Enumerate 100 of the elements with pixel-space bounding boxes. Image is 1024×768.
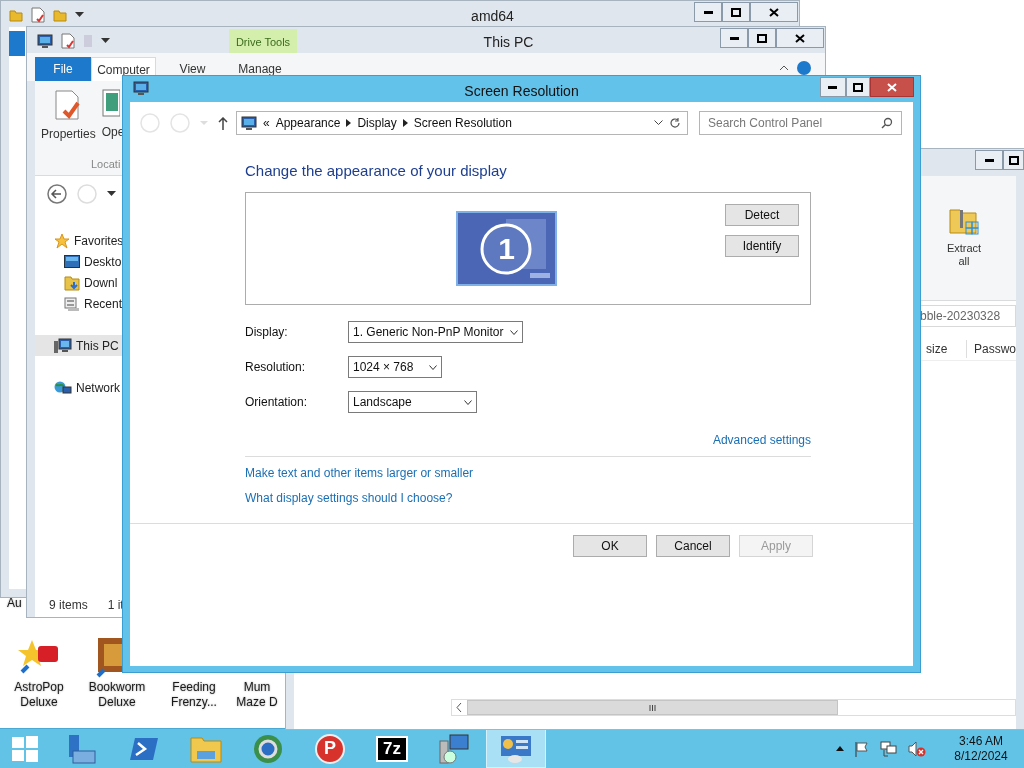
history-caret-icon[interactable] bbox=[107, 191, 116, 197]
maximize-button[interactable] bbox=[845, 77, 871, 97]
preview-button[interactable]: Detect bbox=[725, 204, 799, 226]
computer-icon bbox=[54, 337, 72, 354]
window-title: Screen Resolution bbox=[463, 82, 580, 101]
maximize-button[interactable] bbox=[1003, 150, 1024, 170]
grip-icon bbox=[649, 704, 656, 711]
desktop-icon bbox=[64, 255, 80, 268]
breadcrumb-item[interactable]: Display bbox=[357, 114, 397, 132]
maximize-button[interactable] bbox=[722, 2, 750, 22]
control-panel-icon bbox=[241, 115, 257, 131]
ribbon-group-label: Locati bbox=[91, 158, 121, 170]
speaker-muted-icon[interactable] bbox=[908, 740, 926, 757]
breadcrumb-prefix[interactable]: « bbox=[263, 114, 270, 132]
close-button[interactable] bbox=[870, 77, 914, 97]
chevron-right-icon[interactable] bbox=[402, 119, 408, 127]
control-panel-icon bbox=[499, 733, 533, 764]
preview-button[interactable]: Identify bbox=[725, 235, 799, 257]
minimize-button[interactable] bbox=[820, 77, 846, 97]
book-icon bbox=[96, 636, 124, 678]
maximize-icon bbox=[853, 82, 863, 92]
zip-folder-icon bbox=[948, 206, 980, 238]
folder-icon bbox=[53, 8, 67, 22]
star-icon bbox=[54, 232, 70, 249]
help-link[interactable]: What display settings should I choose? bbox=[245, 491, 453, 506]
powershell-icon bbox=[129, 735, 159, 762]
window-icon bbox=[101, 89, 120, 119]
breadcrumb-item[interactable]: Appearance bbox=[275, 114, 341, 132]
computer-disc-icon bbox=[438, 732, 470, 765]
collapse-ribbon-icon[interactable] bbox=[779, 65, 789, 71]
display-icon bbox=[133, 81, 149, 96]
document-icon bbox=[61, 33, 75, 49]
maximize-button[interactable] bbox=[748, 28, 776, 48]
window-title: This PC bbox=[482, 33, 535, 52]
refresh-icon[interactable] bbox=[669, 117, 681, 129]
desktop-icon-label[interactable]: Mum Maze D bbox=[236, 680, 278, 710]
minimize-button[interactable] bbox=[694, 2, 722, 22]
folder-icon bbox=[190, 734, 222, 763]
search-field[interactable]: Search Control Panel bbox=[699, 111, 902, 135]
address-bar[interactable]: « Appearance Display Screen Resolution bbox=[236, 111, 688, 135]
caret-icon[interactable] bbox=[101, 38, 110, 44]
app-logo: P bbox=[315, 733, 345, 764]
dropdown-field[interactable]: Landscape bbox=[348, 391, 477, 413]
network-icon[interactable] bbox=[880, 740, 898, 757]
globe-icon bbox=[253, 733, 283, 764]
breadcrumb-item[interactable]: Screen Resolution bbox=[413, 114, 512, 132]
desktop-icon-label: Au bbox=[7, 595, 22, 612]
taskbar-button[interactable] bbox=[486, 729, 546, 768]
close-button[interactable] bbox=[750, 2, 798, 22]
maximize-icon bbox=[731, 7, 741, 17]
server-toolbox-icon bbox=[67, 732, 97, 765]
monitor-drawing[interactable]: 1 bbox=[456, 211, 557, 286]
help-link[interactable]: Make text and other items larger or smaller bbox=[245, 466, 474, 481]
scrollbar-thumb[interactable] bbox=[467, 700, 838, 715]
maximize-icon bbox=[1008, 155, 1019, 165]
ribbon-tab[interactable]: File bbox=[35, 57, 91, 81]
windows-logo-icon bbox=[12, 735, 38, 762]
chevron-right-icon[interactable] bbox=[346, 119, 352, 127]
minimize-button[interactable] bbox=[975, 150, 1003, 170]
column-header[interactable]: Passwo bbox=[966, 339, 1016, 358]
dropdown-field[interactable]: 1024 × 768 bbox=[348, 356, 442, 378]
minimize-button[interactable] bbox=[720, 28, 748, 48]
document-icon bbox=[31, 7, 45, 23]
up-arrow-icon[interactable] bbox=[218, 116, 228, 130]
show-hidden-icons-icon[interactable] bbox=[836, 746, 844, 751]
close-icon bbox=[769, 7, 779, 17]
taskbar-button[interactable]: P bbox=[300, 729, 360, 768]
column-header[interactable]: size bbox=[926, 339, 967, 358]
dropdown-field[interactable]: 1. Generic Non-PnP Monitor bbox=[348, 321, 523, 343]
advanced-settings-link[interactable]: Advanced settings bbox=[712, 431, 811, 449]
ribbon-button[interactable]: Properties bbox=[41, 89, 96, 143]
horizontal-scrollbar[interactable] bbox=[451, 699, 1016, 716]
window-title: amd64 bbox=[470, 7, 515, 26]
flag-icon[interactable] bbox=[854, 740, 870, 757]
field-label: Resolution: bbox=[245, 359, 307, 376]
maximize-icon bbox=[757, 33, 767, 43]
dialog-button[interactable]: OK bbox=[573, 535, 647, 557]
field-label: Orientation: bbox=[245, 394, 309, 411]
caret-icon[interactable] bbox=[75, 12, 84, 18]
extract-all-button[interactable]: Extract all bbox=[942, 206, 986, 300]
status-text: 9 items bbox=[49, 597, 88, 614]
desktop-icon-label[interactable]: Bookworm Deluxe bbox=[88, 680, 146, 710]
desktop-icon-label[interactable]: Feeding Frenzy... bbox=[171, 680, 217, 710]
minimize-icon bbox=[729, 36, 739, 40]
page-heading: Change the appearance of your display bbox=[245, 161, 508, 181]
clock[interactable]: 3:46 AM 8/12/2024 bbox=[944, 733, 1018, 764]
back-icon[interactable] bbox=[47, 184, 67, 204]
close-icon bbox=[795, 33, 805, 43]
computer-icon bbox=[37, 33, 53, 49]
app-logo: 7z bbox=[376, 735, 408, 762]
monitor-number: 1 bbox=[498, 231, 515, 267]
close-button[interactable] bbox=[776, 28, 824, 48]
recent-places-icon bbox=[64, 295, 80, 312]
taskbar-button[interactable]: 7z bbox=[362, 729, 422, 768]
folder-icon bbox=[9, 8, 23, 22]
download-folder-icon bbox=[64, 274, 80, 291]
network-icon bbox=[54, 379, 72, 396]
desktop-icon-label[interactable]: AstroPop Deluxe bbox=[14, 680, 64, 710]
minimize-icon bbox=[703, 10, 713, 14]
dialog-button[interactable]: Cancel bbox=[656, 535, 730, 557]
